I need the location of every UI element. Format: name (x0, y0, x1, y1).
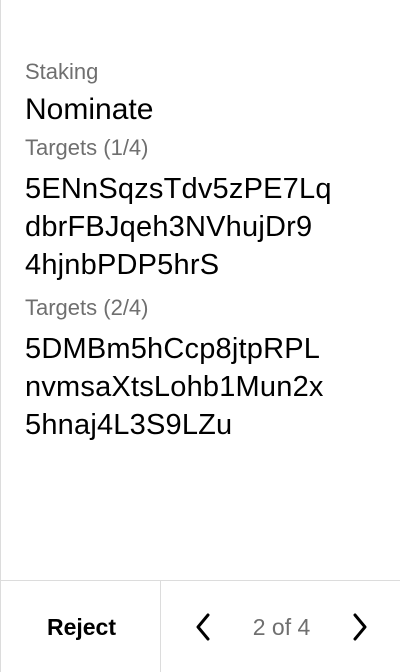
field-value-line: nvmsaXtsLohb1Mun2x (25, 371, 324, 403)
chevron-right-icon[interactable] (348, 611, 372, 643)
page-indicator: 2 of 4 (252, 613, 311, 640)
field-value-line: dbrFBJqeh3NVhujDr9 (25, 211, 313, 243)
field-label: Targets (1/4) (25, 135, 149, 160)
page-navigation: 2 of 4 (161, 581, 400, 672)
field-value-line: 4hjnbPDP5hrS (25, 249, 220, 281)
review-screen: Staking Nominate Targets (1/4) 5ENnSqzsT… (0, 0, 400, 672)
reject-button[interactable]: Reject (1, 581, 161, 672)
field-value-line: 5DMBm5hCcp8jtpRPL (25, 333, 321, 365)
review-content: Staking Nominate Targets (1/4) 5ENnSqzsT… (25, 56, 385, 452)
field-value: 5ENnSqzsTdv5zPE7Lq dbrFBJqeh3NVhujDr9 4h… (25, 170, 385, 284)
footer-bar: Reject 2 of 4 (1, 580, 400, 672)
field-value-line: 5hnaj4L3S9LZu (25, 409, 233, 441)
field-label: Targets (2/4) (25, 295, 149, 320)
field-value-line: 5ENnSqzsTdv5zPE7Lq (25, 173, 332, 205)
field-value: 5DMBm5hCcp8jtpRPL nvmsaXtsLohb1Mun2x 5hn… (25, 330, 385, 444)
operation-title: Nominate (25, 93, 154, 126)
category-label: Staking (25, 59, 99, 84)
chevron-left-icon[interactable] (191, 611, 215, 643)
